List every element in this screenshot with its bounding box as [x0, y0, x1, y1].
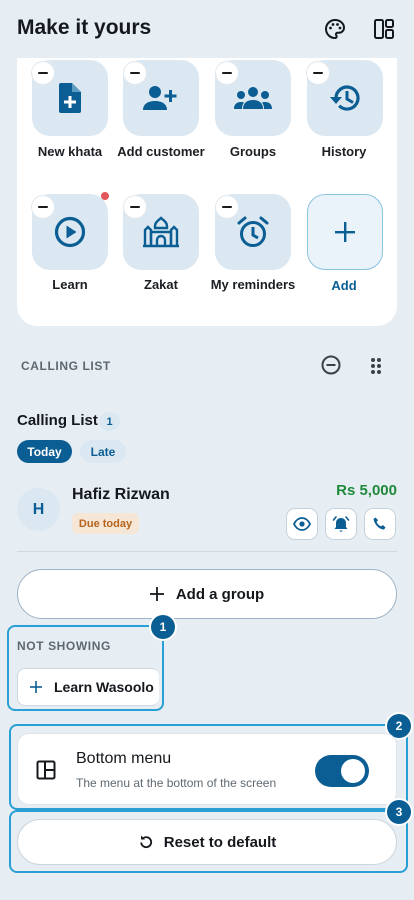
remove-shortcut-button[interactable] [216, 196, 238, 218]
section-title-calling-list: CALLING LIST [21, 359, 111, 373]
add-shortcut-button[interactable] [307, 194, 383, 270]
calling-list-title: Calling List [17, 412, 98, 429]
hidden-item-learn-wasoolo[interactable]: Learn Wasoolo [17, 668, 159, 706]
alarm-icon [237, 216, 269, 247]
remove-shortcut-button[interactable] [32, 196, 54, 218]
layout-icon[interactable] [370, 15, 398, 43]
add-group-button[interactable]: Add a group [17, 569, 397, 619]
remove-shortcut-button[interactable] [124, 196, 146, 218]
highlight-number-1: 1 [151, 615, 175, 639]
divider [17, 551, 397, 552]
mosque-icon [143, 216, 179, 248]
plus-icon [335, 222, 355, 242]
plus-icon [30, 681, 42, 693]
bottom-menu-card: Bottom menu The menu at the bottom of th… [17, 733, 397, 805]
tab-late[interactable]: Late [80, 440, 126, 463]
bottom-menu-toggle[interactable] [315, 755, 369, 787]
remove-shortcut-button[interactable] [124, 62, 146, 84]
palette-icon[interactable] [321, 15, 349, 43]
status-badge: Due today [72, 513, 139, 534]
view-button[interactable] [286, 508, 318, 540]
history-icon [330, 85, 360, 111]
bottom-menu-title: Bottom menu [76, 750, 172, 767]
customer-amount: Rs 5,000 [336, 482, 397, 499]
new-document-icon [59, 83, 81, 113]
remove-shortcut-button[interactable] [32, 62, 54, 84]
reset-to-default-button[interactable]: Reset to default [17, 819, 397, 865]
plus-icon [149, 587, 164, 601]
drag-handle-icon[interactable] [366, 355, 386, 377]
hidden-item-label: Learn Wasoolo [54, 679, 154, 695]
calling-list-count: 1 [99, 412, 120, 431]
add-shortcut-label: Add [331, 278, 357, 293]
call-button[interactable] [364, 508, 396, 540]
eye-icon [293, 517, 311, 531]
add-group-label: Add a group [175, 585, 265, 603]
toggle-knob [341, 759, 365, 783]
phone-icon [373, 517, 386, 530]
page-title: Make it yours [17, 16, 152, 39]
notification-dot [101, 192, 109, 200]
avatar: H [17, 488, 60, 531]
remove-section-icon[interactable] [320, 354, 342, 376]
bottom-menu-subtitle: The menu at the bottom of the screen [76, 776, 277, 790]
group-icon [234, 87, 272, 109]
shortcut-label: History [321, 144, 367, 159]
customer-name[interactable]: Hafiz Rizwan [72, 486, 170, 504]
highlight-number-3: 3 [387, 800, 411, 824]
tab-today[interactable]: Today [17, 440, 72, 463]
not-showing-title: NOT SHOWING [17, 639, 111, 653]
remove-shortcut-button[interactable] [307, 62, 329, 84]
alarm-button[interactable] [325, 508, 357, 540]
remove-shortcut-button[interactable] [216, 62, 238, 84]
play-circle-icon [54, 216, 86, 248]
reset-label: Reset to default [163, 833, 277, 851]
alarm-bell-icon [332, 516, 350, 532]
reset-icon [140, 835, 152, 849]
add-person-icon [143, 86, 177, 110]
layout-panel-icon [36, 760, 56, 780]
